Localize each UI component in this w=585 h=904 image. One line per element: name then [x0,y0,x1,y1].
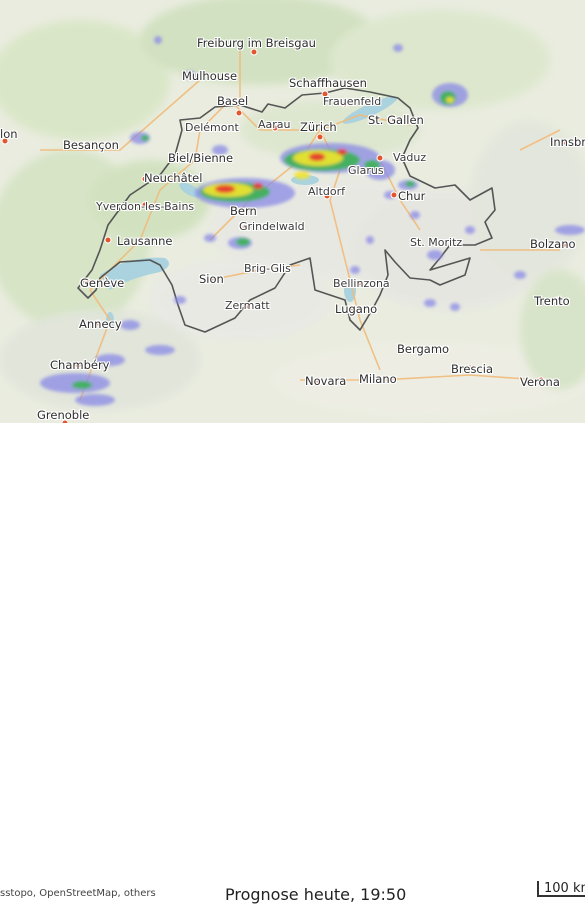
place-label-aarau: Aarau [258,118,291,131]
place-label-zermatt: Zermatt [225,299,270,312]
place-label-geneve: Genève [80,276,125,290]
place-label-altdorf: Altdorf [308,185,346,198]
place-label-lugano: Lugano [335,302,378,316]
place-label-stmoritz: St. Moritz [410,236,463,249]
place-label-basel: Basel [217,94,249,108]
place-label-lyon-partial: lon [0,127,18,141]
place-label-verona: Verona [520,375,560,389]
place-label-biel: Biel/Bienne [168,151,234,165]
map-footer: sstopo, OpenStreetMap, others Prognose h… [0,423,585,904]
place-label-delemont: Delémont [185,121,239,134]
place-label-frauenfeld: Frauenfeld [323,95,382,108]
place-label-yverdon: Yverdon-les-Bains [96,200,195,213]
place-label-bern: Bern [230,204,257,218]
place-label-trento: Trento [534,294,570,308]
place-label-besancon: Besançon [63,138,119,152]
place-label-lausanne: Lausanne [117,234,173,248]
terrain-layer [0,0,585,420]
place-label-brig: Brig-Glis [244,262,291,275]
place-label-bellinzona: Bellinzona [333,277,390,290]
scale-bar: 100 km [537,881,585,897]
place-label-grindelwald: Grindelwald [239,220,305,233]
place-label-bergamo: Bergamo [397,342,450,356]
place-label-annecy: Annecy [79,317,122,331]
place-label-innsbruck: Innsbr [550,135,585,149]
place-label-grenoble: Grenoble [37,408,90,422]
scale-bar-label: 100 km [544,881,585,896]
place-label-chur: Chur [398,189,426,203]
forecast-timestamp: Prognose heute, 19:50 [225,885,407,904]
place-label-novara: Novara [305,374,347,388]
place-label-schaffhausen: Schaffhausen [289,76,367,90]
map-canvas[interactable]: Freiburg im Breisgau Mulhouse Schaffhaus… [0,0,585,423]
place-label-glarus: Glarus [348,164,384,177]
place-label-mulhouse: Mulhouse [182,69,238,83]
place-label-stgallen: St. Gallen [368,113,424,127]
map-attribution[interactable]: sstopo, OpenStreetMap, others [0,888,156,899]
place-label-milano: Milano [359,372,397,386]
place-label-vaduz: Vaduz [393,151,427,164]
place-label-chambery: Chambéry [50,358,110,372]
place-label-freiburg: Freiburg im Breisgau [197,36,316,50]
place-label-neuchatel: Neuchâtel [144,171,203,185]
place-label-sion: Sion [199,272,224,286]
place-label-bolzano: Bolzano [530,237,576,251]
place-label-brescia: Brescia [451,362,493,376]
place-label-zurich: Zürich [300,120,337,134]
